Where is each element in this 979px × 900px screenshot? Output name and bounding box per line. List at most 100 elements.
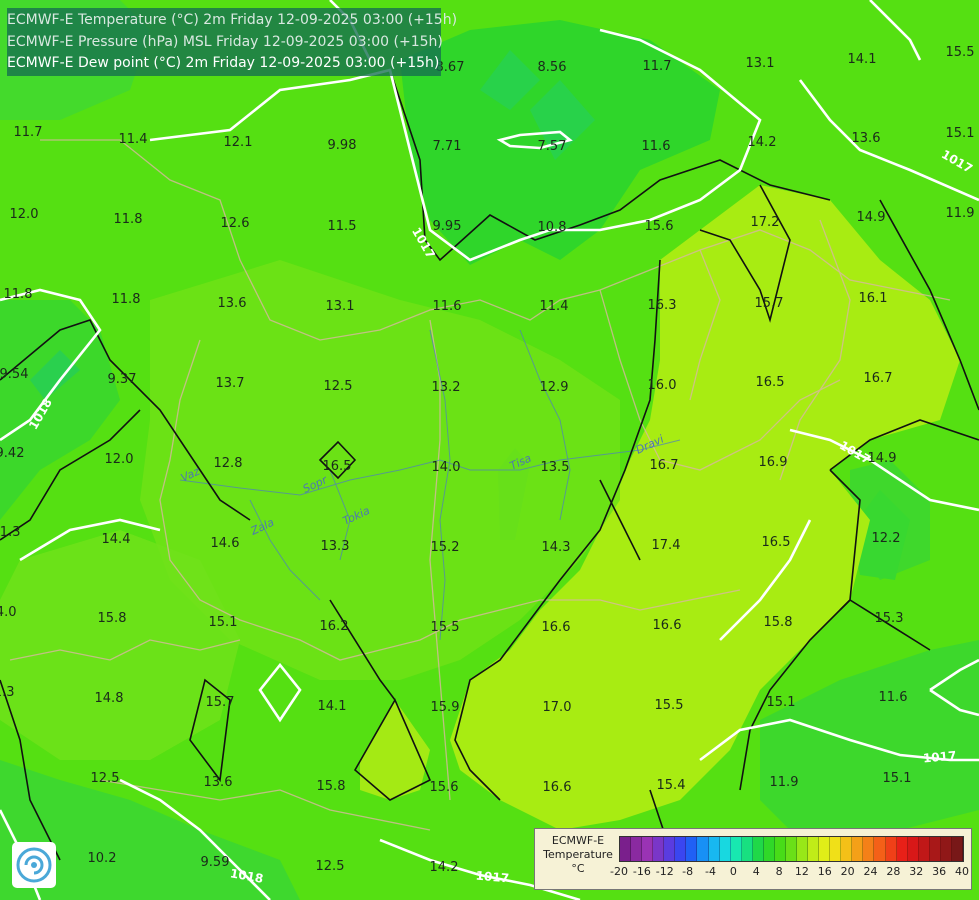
dewpoint-value: 15.9 bbox=[431, 700, 460, 715]
isobar-label: 1017 bbox=[475, 869, 509, 886]
dewpoint-value: 15.1 bbox=[883, 771, 912, 786]
legend-color-swatch bbox=[863, 837, 875, 861]
dewpoint-value: 14.0 bbox=[0, 605, 16, 620]
legend-tick-label: -8 bbox=[682, 865, 694, 878]
swirl-icon bbox=[16, 847, 52, 883]
dewpoint-value: 13.6 bbox=[852, 131, 881, 146]
dewpoint-value: 12.0 bbox=[10, 207, 39, 222]
isobar-label: 1017 bbox=[922, 749, 956, 766]
dewpoint-value: 15.1 bbox=[767, 695, 796, 710]
legend-color-swatch bbox=[664, 837, 676, 861]
dewpoint-value: 15.8 bbox=[764, 615, 793, 630]
legend-color-swatch bbox=[741, 837, 753, 861]
dewpoint-value: 17.2 bbox=[751, 215, 780, 230]
dewpoint-value: 15.8 bbox=[98, 611, 127, 626]
dewpoint-value: 15.7 bbox=[755, 296, 784, 311]
legend-color-swatch bbox=[918, 837, 930, 861]
dewpoint-value: 17.0 bbox=[543, 700, 572, 715]
dewpoint-value: 11.4 bbox=[540, 299, 569, 314]
dewpoint-value: 16.7 bbox=[864, 371, 893, 386]
dewpoint-value: 9.37 bbox=[108, 372, 137, 387]
dewpoint-value: 15.1 bbox=[209, 615, 238, 630]
dewpoint-value: 12.5 bbox=[91, 771, 120, 786]
legend-ticks: -20 -16 -12 -8 -4 0 4 8 12 16 20 24 28 32 36 40 bbox=[610, 865, 969, 881]
dewpoint-value: 11.9 bbox=[770, 775, 799, 790]
legend-color-swatch bbox=[852, 837, 864, 861]
dewpoint-value: 16.5 bbox=[756, 375, 785, 390]
dewpoint-value: 14.1 bbox=[318, 699, 347, 714]
legend-color-bar bbox=[619, 836, 964, 862]
dewpoint-value: 9.59 bbox=[201, 855, 230, 870]
legend-title-line1: ECMWF-E bbox=[551, 834, 605, 847]
color-legend: ECMWF-E Temperature °C -20 -16 -12 -8 -4 0 4 8 1… bbox=[534, 828, 972, 890]
provider-logo bbox=[12, 842, 56, 888]
dewpoint-value: 15.1 bbox=[946, 126, 975, 141]
dewpoint-value: 11.6 bbox=[433, 299, 462, 314]
dewpoint-value: 11.3 bbox=[0, 525, 20, 540]
dewpoint-value: 13.2 bbox=[432, 380, 461, 395]
dewpoint-value: 11.6 bbox=[879, 690, 908, 705]
dewpoint-value: 9.54 bbox=[0, 367, 28, 382]
legend-color-swatch bbox=[951, 837, 963, 861]
dewpoint-value: 13.6 bbox=[218, 296, 247, 311]
legend-color-swatch bbox=[763, 837, 775, 861]
dewpoint-value: 16.6 bbox=[542, 620, 571, 635]
dewpoint-value: 14.2 bbox=[430, 860, 459, 875]
dewpoint-value: 11.3 bbox=[0, 685, 14, 700]
legend-color-swatch bbox=[929, 837, 941, 861]
dewpoint-value: 15.5 bbox=[946, 45, 975, 60]
dewpoint-value: 16.5 bbox=[323, 459, 352, 474]
legend-tick-label: 36 bbox=[932, 865, 947, 878]
legend-color-swatch bbox=[708, 837, 720, 861]
dewpoint-value: 16.3 bbox=[648, 298, 677, 313]
legend-color-swatch bbox=[907, 837, 919, 861]
dewpoint-value: 16.1 bbox=[859, 291, 888, 306]
dewpoint-value: 11.8 bbox=[114, 212, 143, 227]
legend-tick-label: 28 bbox=[886, 865, 901, 878]
dewpoint-value: 11.9 bbox=[946, 206, 975, 221]
dewpoint-value: 11.7 bbox=[643, 59, 672, 74]
dewpoint-value: 13.3 bbox=[321, 539, 350, 554]
dewpoint-value: 14.0 bbox=[432, 460, 461, 475]
dewpoint-value: 11.5 bbox=[328, 219, 357, 234]
legend-tick-label: -12 bbox=[655, 865, 674, 878]
legend-color-swatch bbox=[620, 837, 632, 861]
dewpoint-value: 13.1 bbox=[746, 56, 775, 71]
legend-title-line3: °C bbox=[571, 862, 585, 875]
dewpoint-value: 7.71 bbox=[433, 139, 462, 154]
dewpoint-value: 11.8 bbox=[4, 287, 33, 302]
dewpoint-value: 15.5 bbox=[431, 620, 460, 635]
legend-title-line2: Temperature bbox=[543, 848, 613, 861]
dewpoint-value: 16.6 bbox=[653, 618, 682, 633]
dewpoint-value: 12.8 bbox=[214, 456, 243, 471]
legend-tick-label: 32 bbox=[909, 865, 924, 878]
dewpoint-value: 12.5 bbox=[316, 859, 345, 874]
dewpoint-value: 12.1 bbox=[224, 135, 253, 150]
title-temperature: ECMWF-E Temperature (°C) 2m Friday 12-09… bbox=[7, 12, 458, 28]
dewpoint-value: 14.4 bbox=[102, 532, 131, 547]
weather-map: 11.7 11.4 12.1 9.98 7.71 7.57 11.6 14.2 13.6 12.0… bbox=[0, 0, 979, 900]
legend-color-swatch bbox=[730, 837, 742, 861]
legend-color-swatch bbox=[808, 837, 820, 861]
dewpoint-value: 15.3 bbox=[875, 611, 904, 626]
legend-color-swatch bbox=[896, 837, 908, 861]
dewpoint-value: 12.0 bbox=[105, 452, 134, 467]
dewpoint-value: 15.8 bbox=[317, 779, 346, 794]
dewpoint-value: 15.2 bbox=[431, 540, 460, 555]
legend-color-swatch bbox=[797, 837, 809, 861]
dewpoint-value: 14.9 bbox=[857, 210, 886, 225]
title-dewpoint: ECMWF-E Dew point (°C) 2m Friday 12-09-2… bbox=[7, 55, 440, 71]
dewpoint-value: 9.98 bbox=[328, 138, 357, 153]
dewpoint-value: 14.1 bbox=[848, 52, 877, 67]
legend-color-swatch bbox=[697, 837, 709, 861]
dewpoint-value: 15.7 bbox=[206, 695, 235, 710]
legend-color-swatch bbox=[841, 837, 853, 861]
legend-color-swatch bbox=[642, 837, 654, 861]
legend-tick-label: -16 bbox=[632, 865, 651, 878]
dewpoint-value: 11.7 bbox=[14, 125, 43, 140]
dewpoint-value: 15.6 bbox=[430, 780, 459, 795]
legend-color-swatch bbox=[675, 837, 687, 861]
legend-color-swatch bbox=[830, 837, 842, 861]
dewpoint-value: 11.4 bbox=[119, 132, 148, 147]
legend-color-swatch bbox=[719, 837, 731, 861]
